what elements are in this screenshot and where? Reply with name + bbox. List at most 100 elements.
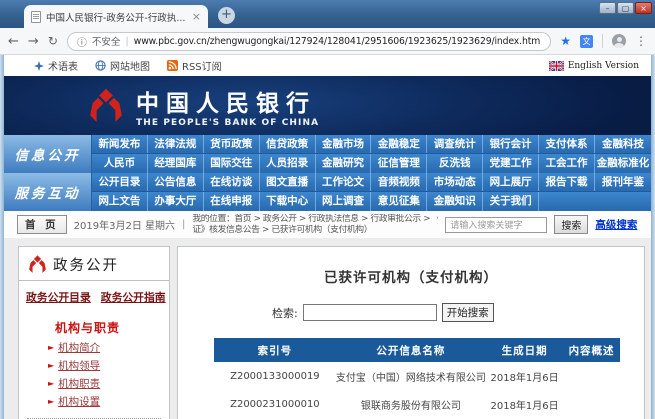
nav-item[interactable]: 工会工作 (539, 154, 595, 173)
profile-avatar-icon[interactable] (612, 34, 626, 48)
nav-item[interactable]: 网上调查 (316, 192, 372, 211)
nav-item[interactable]: 新闻发布 (92, 135, 148, 153)
nav-item[interactable]: 办事大厅 (148, 192, 204, 211)
nav-item[interactable]: 音频视频 (371, 173, 427, 191)
nav-item[interactable]: 报告下载 (539, 173, 595, 191)
breadcrumb-line-2[interactable]: 证》核发信息公告 > 已获许可机构（支付机构） (192, 225, 438, 236)
bullet-icon: ► (48, 393, 54, 411)
nav-item[interactable]: 关于我们 (483, 192, 539, 211)
nav-item[interactable]: 市场动态 (427, 173, 483, 191)
cell-date: 2018年1月6日 (486, 390, 563, 418)
address-separator: | (125, 36, 128, 47)
start-search-button[interactable]: 开始搜索 (442, 303, 494, 322)
bank-name-en: THE PEOPLE'S BANK OF CHINA (136, 118, 319, 128)
tab-title: 中国人民银行-政务公开-行政执... (46, 10, 187, 24)
sidebar-item-org-structure[interactable]: ► 机构设置 (48, 393, 169, 411)
glossary-link[interactable]: 术语表 (34, 58, 78, 73)
new-tab-button[interactable]: + (218, 7, 235, 24)
sidebar-item-org-leaders[interactable]: ► 机构领导 (48, 357, 169, 375)
nav-label-info-disclosure[interactable]: 信息公开 (4, 135, 92, 173)
nav-item[interactable]: 公开目录 (92, 173, 148, 191)
site-header: 中国人民银行 THE PEOPLE'S BANK OF CHINA (4, 76, 651, 135)
rss-icon (167, 60, 178, 71)
nav-item[interactable]: 法律法规 (148, 135, 204, 153)
bank-name-block: 中国人民银行 THE PEOPLE'S BANK OF CHINA (136, 84, 319, 128)
nav-item[interactable]: 在线访谈 (204, 173, 260, 191)
reload-icon[interactable]: ↻ (48, 34, 58, 48)
nav-item[interactable]: 图文直播 (260, 173, 316, 191)
nav-item[interactable]: 工作论文 (316, 173, 372, 191)
site-search-input[interactable] (445, 217, 547, 233)
nav-item[interactable]: 国际交往 (204, 154, 260, 173)
browser-tab[interactable]: 中国人民银行-政务公开-行政执... × (24, 5, 208, 28)
sidebar-item-org-duties[interactable]: ► 机构职责 (48, 375, 169, 393)
nav-item[interactable]: 在线申报 (204, 192, 260, 211)
window-minimize-button[interactable]: – (599, 2, 616, 14)
nav-item[interactable]: 金融稳定 (371, 135, 427, 153)
cell-index: Z2000231000010 (214, 390, 336, 418)
nav-item[interactable]: 征信管理 (371, 154, 427, 173)
nav-item[interactable]: 银行会计 (483, 135, 539, 153)
url-text[interactable]: www.pbc.gov.cn/zhengwugongkai/127924/128… (134, 36, 541, 47)
sitemap-link[interactable]: 网站地图 (95, 58, 150, 73)
nav-item[interactable]: 下载中心 (260, 192, 316, 211)
breadcrumb-line-1[interactable]: 我的位置：首页 > 政务公开 > 行政执法信息 > 行政审批公示 > 《支付业务… (192, 214, 438, 225)
english-version-link[interactable]: English Version (549, 61, 639, 71)
cell-name[interactable]: 银联商务股份有限公司 (336, 390, 486, 418)
address-bar[interactable]: ⓘ 不安全 | www.pbc.gov.cn/zhengwugongkai/12… (67, 32, 551, 51)
forward-icon[interactable]: → (28, 35, 39, 48)
cell-summary (563, 362, 620, 390)
nav-item[interactable]: 信贷政策 (260, 135, 316, 153)
nav-item[interactable]: 党建工作 (483, 154, 539, 173)
pbc-logo-small-icon (28, 255, 47, 274)
nav-item[interactable]: 金融市场 (316, 135, 372, 153)
breadcrumb: 我的位置：首页 > 政务公开 > 行政执法信息 > 行政审批公示 > 《支付业务… (192, 214, 438, 235)
nav-item[interactable]: 经理国库 (148, 154, 204, 173)
current-date: 2019年3月2日 星期六 (74, 217, 175, 232)
retrieve-input[interactable] (303, 304, 437, 321)
main-panel: 已获许可机构（支付机构） 检索: 开始搜索 索引号 公开信息名称 生成日期 内容… (177, 246, 645, 419)
sidebar-link-guide[interactable]: 政务公开指南 (101, 289, 166, 305)
breadcrumb-bar: 首 页 2019年3月2日 星期六 | 我的位置：首页 > 政务公开 > 行政执… (4, 211, 651, 238)
nav-item[interactable]: 调查统计 (427, 135, 483, 153)
table-header-row: 索引号 公开信息名称 生成日期 内容概述 (214, 338, 620, 362)
tab-close-icon[interactable]: × (192, 11, 201, 22)
advanced-search-link[interactable]: 高级搜索 (595, 217, 637, 232)
nav-item[interactable]: 金融知识 (427, 192, 483, 211)
not-secure-label[interactable]: 不安全 (92, 34, 121, 48)
bullet-icon: ► (48, 357, 54, 375)
pbc-logo-icon (88, 88, 124, 124)
nav-item[interactable]: 金融标准化 (595, 154, 651, 173)
nav-item[interactable]: 公告信息 (148, 173, 204, 191)
nav-item[interactable]: 反洗钱 (427, 154, 483, 173)
nav-row-2: 人民币 经理国库 国际交往 人员招录 金融研究 征信管理 反洗钱 党建工作 工会… (92, 154, 651, 173)
site-search-button[interactable]: 搜索 (554, 215, 588, 234)
nav-label-service-interaction[interactable]: 服务互动 (4, 173, 92, 211)
nav-item[interactable]: 意见征集 (371, 192, 427, 211)
bullet-icon: ► (48, 339, 54, 357)
sidebar-item-org-intro[interactable]: ► 机构简介 (48, 339, 169, 357)
nav-item[interactable]: 人民币 (92, 154, 148, 173)
sidebar-title: 政务公开 (53, 254, 119, 275)
bookmark-star-icon[interactable]: ★ (560, 34, 571, 48)
sidebar-link-catalog[interactable]: 政务公开目录 (26, 289, 91, 305)
rss-link[interactable]: RSS订阅 (167, 58, 222, 73)
nav-item[interactable]: 金融研究 (316, 154, 372, 173)
nav-item[interactable]: 货币政策 (204, 135, 260, 153)
cell-name[interactable]: 支付宝（中国）网络技术有限公司 (336, 362, 486, 390)
nav-item[interactable]: 人员招录 (260, 154, 316, 173)
back-icon[interactable]: ← (8, 35, 19, 48)
info-icon[interactable]: ⓘ (77, 34, 87, 49)
nav-item[interactable]: 报刊年鉴 (595, 173, 651, 191)
col-header-summary: 内容概述 (563, 338, 620, 362)
nav-item[interactable]: 金融科技 (595, 135, 651, 153)
nav-item[interactable]: 支付体系 (539, 135, 595, 153)
nav-item[interactable]: 网上展厅 (483, 173, 539, 191)
browser-menu-icon[interactable]: ⋮ (635, 34, 647, 48)
window-close-button[interactable]: × (635, 2, 652, 14)
nav-item[interactable]: 网上文告 (92, 192, 148, 211)
page-favicon-icon (31, 11, 41, 23)
home-button[interactable]: 首 页 (17, 215, 67, 234)
translate-icon[interactable]: 文 (580, 35, 593, 48)
window-maximize-button[interactable]: ▢ (617, 2, 634, 14)
